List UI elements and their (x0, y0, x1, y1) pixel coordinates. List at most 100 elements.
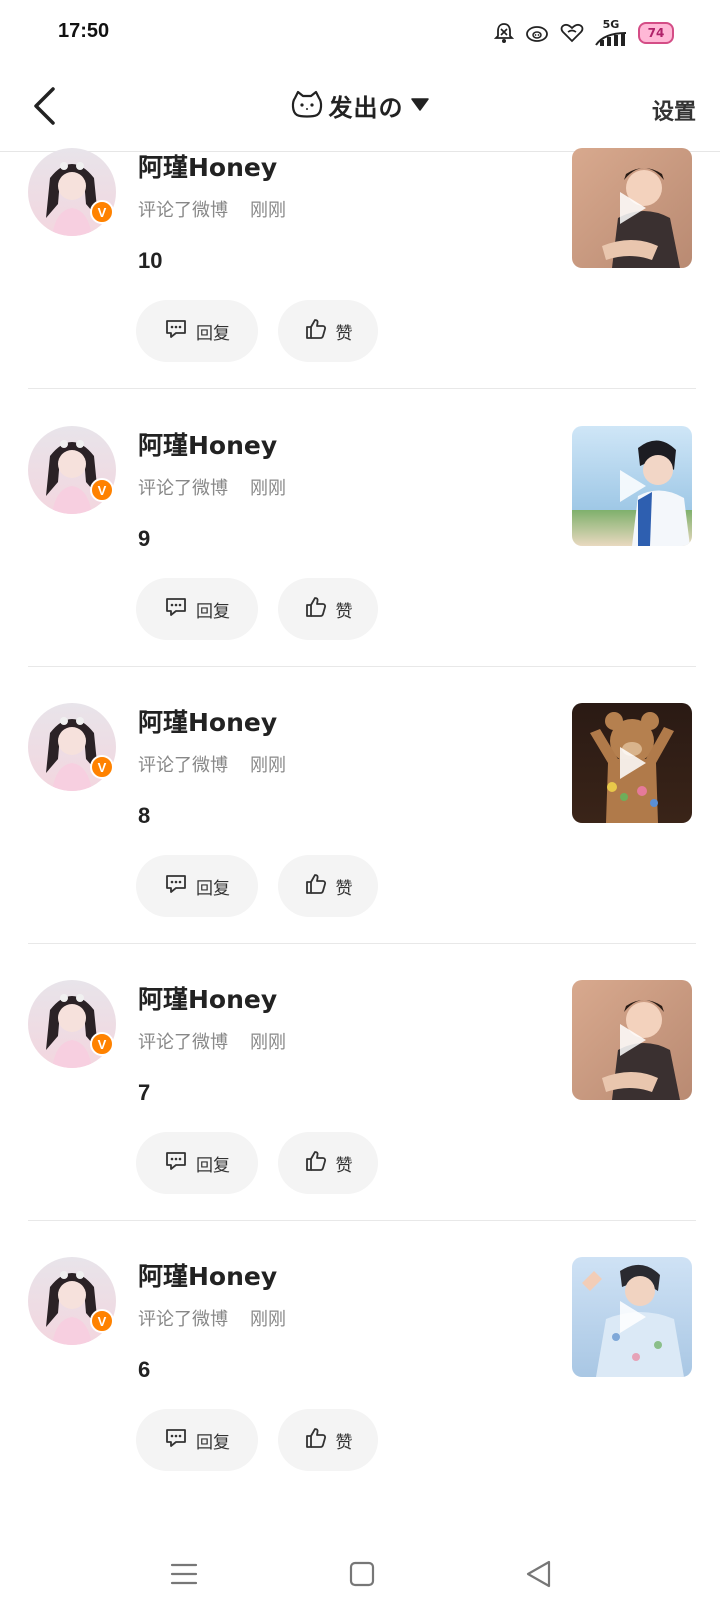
reply-button[interactable]: 回复 (136, 855, 258, 917)
comment-meta: 评论了微博 刚刚 (138, 1028, 286, 1054)
settings-button[interactable]: 设置 (652, 94, 696, 126)
verified-badge-icon: V (90, 200, 114, 224)
battery-indicator: 74 (638, 21, 674, 44)
verified-badge-icon: V (90, 755, 114, 779)
top-nav-bar: 发出の 设置 (0, 64, 720, 152)
page-title: 发出の (328, 94, 404, 122)
user-name[interactable]: 阿瑾Honey (138, 148, 277, 184)
system-nav-bar (0, 1540, 720, 1612)
like-button[interactable]: 赞 (278, 1132, 378, 1194)
caret-down-icon (410, 96, 430, 116)
comment-icon (164, 1150, 188, 1177)
thumbs-up-icon (304, 872, 328, 901)
divider (28, 1220, 696, 1221)
weibo-thumbnail[interactable] (572, 426, 692, 546)
comment-icon (164, 1427, 188, 1454)
play-icon (616, 1297, 650, 1337)
comment-text: 8 (138, 803, 151, 828)
verified-badge-icon: V (90, 1309, 114, 1333)
menu-button[interactable] (162, 1554, 206, 1598)
user-name[interactable]: 阿瑾Honey (138, 703, 277, 739)
action-text: 评论了微博 (138, 200, 228, 221)
list-item: V 阿瑾Honey 评论了微博 刚刚 10 回复 赞 (0, 148, 720, 433)
comment-meta: 评论了微博 刚刚 (138, 474, 286, 500)
pig-icon (524, 23, 550, 43)
weibo-thumbnail[interactable] (572, 703, 692, 823)
reply-label: 回复 (196, 1432, 230, 1453)
reply-button[interactable]: 回复 (136, 1409, 258, 1471)
bell-muted-icon (494, 22, 514, 44)
verified-badge-icon: V (90, 478, 114, 502)
network-label: 5G (602, 18, 620, 31)
comment-text: 10 (138, 248, 163, 273)
thumbs-up-icon (304, 1149, 328, 1178)
action-text: 评论了微博 (138, 478, 228, 499)
like-label: 赞 (335, 1155, 353, 1176)
reply-button[interactable]: 回复 (136, 300, 258, 362)
like-label: 赞 (335, 601, 353, 622)
reply-button[interactable]: 回复 (136, 1132, 258, 1194)
triangle-back-icon (524, 1559, 552, 1593)
comment-meta: 评论了微博 刚刚 (138, 196, 286, 222)
play-icon (616, 466, 650, 506)
thumbs-up-icon (304, 317, 328, 346)
comment-text: 6 (138, 1357, 151, 1382)
timestamp: 刚刚 (250, 755, 286, 776)
reply-label: 回复 (196, 323, 230, 344)
cat-face-icon (291, 90, 323, 122)
verified-badge-icon: V (90, 1032, 114, 1056)
comment-text: 9 (138, 526, 151, 551)
timestamp: 刚刚 (250, 1032, 286, 1053)
list-item: V 阿瑾Honey 评论了微博 刚刚 9 回复 赞 (0, 426, 720, 711)
play-icon (616, 743, 650, 783)
comment-icon (164, 318, 188, 345)
comment-meta: 评论了微博 刚刚 (138, 751, 286, 777)
action-text: 评论了微博 (138, 1032, 228, 1053)
home-button[interactable] (340, 1554, 384, 1598)
wifi-heart-icon (560, 23, 584, 43)
comment-meta: 评论了微博 刚刚 (138, 1305, 286, 1331)
like-button[interactable]: 赞 (278, 1409, 378, 1471)
status-icons: 5G 74 (494, 18, 674, 47)
like-label: 赞 (335, 323, 353, 344)
comment-icon (164, 596, 188, 623)
like-label: 赞 (335, 1432, 353, 1453)
status-time: 17:50 (58, 20, 110, 42)
list-item: V 阿瑾Honey 评论了微博 刚刚 8 回复 赞 (0, 703, 720, 988)
user-name[interactable]: 阿瑾Honey (138, 1257, 277, 1293)
weibo-thumbnail[interactable] (572, 1257, 692, 1377)
comment-icon (164, 873, 188, 900)
play-icon (616, 1020, 650, 1060)
square-home-icon (349, 1561, 375, 1591)
timestamp: 刚刚 (250, 1309, 286, 1330)
reply-button[interactable]: 回复 (136, 578, 258, 640)
thumbs-up-icon (304, 1426, 328, 1455)
title-dropdown[interactable]: 发出の (0, 88, 720, 123)
user-name[interactable]: 阿瑾Honey (138, 980, 277, 1016)
weibo-thumbnail[interactable] (572, 980, 692, 1100)
menu-icon (170, 1562, 198, 1590)
like-label: 赞 (335, 878, 353, 899)
action-text: 评论了微博 (138, 755, 228, 776)
back-nav-button[interactable] (516, 1554, 560, 1598)
reply-label: 回复 (196, 601, 230, 622)
divider (28, 943, 696, 944)
play-icon (616, 188, 650, 228)
signal-5g-icon: 5G (594, 18, 628, 47)
user-name[interactable]: 阿瑾Honey (138, 426, 277, 462)
status-bar: 17:50 5G 74 (0, 0, 720, 64)
list-item: V 阿瑾Honey 评论了微博 刚刚 6 回复 赞 (0, 1257, 720, 1542)
reply-label: 回复 (196, 878, 230, 899)
divider (28, 388, 696, 389)
weibo-thumbnail[interactable] (572, 148, 692, 268)
like-button[interactable]: 赞 (278, 578, 378, 640)
timestamp: 刚刚 (250, 478, 286, 499)
like-button[interactable]: 赞 (278, 855, 378, 917)
comment-text: 7 (138, 1080, 151, 1105)
divider (28, 666, 696, 667)
action-text: 评论了微博 (138, 1309, 228, 1330)
timestamp: 刚刚 (250, 200, 286, 221)
thumbs-up-icon (304, 595, 328, 624)
list-item: V 阿瑾Honey 评论了微博 刚刚 7 回复 赞 (0, 980, 720, 1265)
like-button[interactable]: 赞 (278, 300, 378, 362)
